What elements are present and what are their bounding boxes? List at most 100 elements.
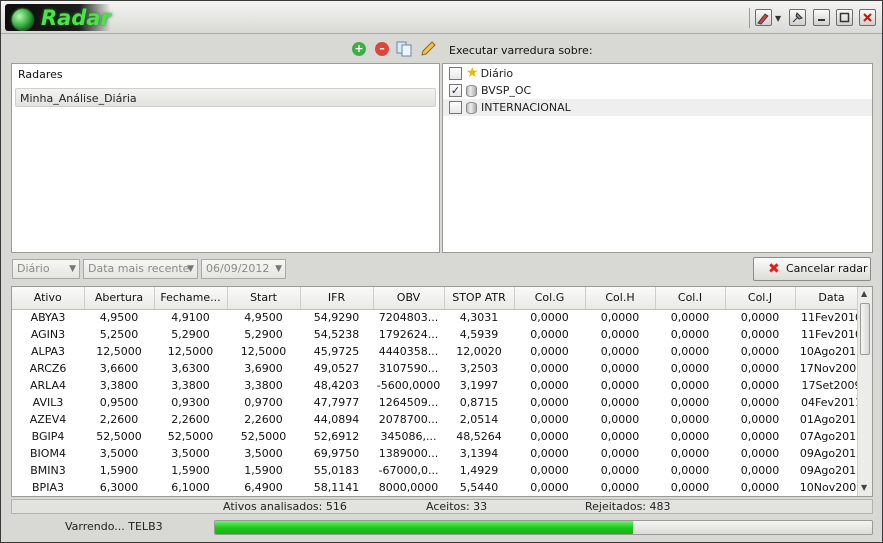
table-cell: 0,0000 — [530, 311, 569, 325]
table-cell: 1,5900 — [244, 464, 283, 477]
remove-icon[interactable]: – — [375, 42, 389, 56]
column-header[interactable]: IFR — [300, 287, 374, 310]
globe-icon — [12, 9, 33, 30]
maximize-icon — [839, 12, 850, 23]
column-header[interactable]: Abertura — [84, 287, 155, 310]
table-cell: AVIL3 — [32, 396, 64, 409]
table-cell: 52,5000 — [96, 430, 142, 443]
radar-window: Radar ▼ + – Radares Minha_Análise_Diária… — [0, 0, 883, 543]
table-cell: 2,2600 — [244, 413, 283, 426]
table-cell: 52,5000 — [167, 430, 214, 443]
table-cell: 0,0000 — [530, 447, 569, 460]
database-icon — [466, 101, 477, 114]
table-cell: 4,9100 — [171, 311, 210, 325]
table-cell: 44,0894 — [313, 413, 360, 426]
table-cell: 8000,0000 — [378, 481, 439, 494]
paint-tools-button[interactable] — [755, 9, 772, 26]
table-row[interactable]: BPIA3 6,3000 6,1000 6,4900 58,1141 8000,0000 5… — [12, 479, 868, 496]
scroll-up-icon[interactable]: ▲ — [861, 289, 867, 298]
table-cell: -5600,0000 — [376, 379, 441, 392]
table-row[interactable]: ABYA3 4,9500 4,9100 4,9500 54,9290 7204803...… — [12, 309, 868, 326]
table-cell: 0,8715 — [459, 396, 499, 409]
column-header[interactable]: Fechame... — [154, 287, 228, 310]
table-cell: 0,0000 — [600, 430, 640, 443]
column-header[interactable]: Col.I — [655, 287, 726, 310]
table-cell: 2,2600 — [99, 413, 139, 426]
table-cell: 12,5000 — [240, 345, 287, 358]
table-cell: 52,6912 — [313, 430, 360, 443]
checkbox-bvsp-oc[interactable]: ✓ — [449, 84, 462, 97]
table-row[interactable]: ARCZ6 3,6600 3,6300 3,6900 49,0527 3107590...… — [12, 360, 868, 377]
period-select[interactable]: Diário ▼ — [12, 259, 80, 279]
table-cell: 0,0000 — [600, 413, 640, 426]
cancel-radar-button[interactable]: ✖ Cancelar radar — [753, 257, 871, 281]
radares-header: Radares — [18, 68, 63, 81]
table-row[interactable]: BIOM4 3,5000 3,5000 3,5000 69,9750 1389000...… — [12, 445, 868, 462]
table-cell: 0,0000 — [600, 481, 640, 494]
date-picker[interactable]: 06/09/2012 ▼ — [201, 259, 286, 279]
table-cell: 12,0020 — [456, 345, 502, 358]
table-cell: 52,5000 — [240, 430, 287, 443]
table-cell: 1264509... — [378, 396, 439, 409]
radar-list-item[interactable]: Minha_Análise_Diária — [15, 88, 436, 107]
checkbox-internacional[interactable] — [449, 101, 462, 114]
table-cell: BMIN3 — [30, 464, 66, 477]
table-row[interactable]: AZEV4 2,2600 2,2600 2,2600 44,0894 2078700...… — [12, 411, 868, 428]
table-cell: ABYA3 — [30, 311, 66, 325]
table-row[interactable]: BMIN3 1,5900 1,5900 1,5900 55,0183 -67000,0..… — [12, 462, 868, 479]
table-cell: 0,9500 — [99, 396, 139, 409]
table-cell: 0,0000 — [740, 464, 780, 477]
column-header[interactable]: OBV — [373, 287, 445, 310]
table-cell: 0,0000 — [740, 413, 780, 426]
column-header[interactable]: Col.H — [585, 287, 656, 310]
table-cell: ALPA3 — [30, 345, 66, 358]
table-cell: 2,2600 — [171, 413, 210, 426]
scroll-thumb[interactable] — [860, 303, 870, 355]
table-cell: 3,6600 — [99, 362, 139, 375]
vertical-scrollbar[interactable]: ▲ ▼ — [857, 287, 872, 496]
column-header[interactable]: Start — [227, 287, 301, 310]
maximize-button[interactable] — [836, 9, 853, 26]
table-cell: 3,3800 — [99, 379, 139, 392]
scan-item-internacional[interactable]: INTERNACIONAL — [443, 99, 872, 116]
table-row[interactable]: BGIP4 52,5000 52,5000 52,5000 52,6912 345086,… — [12, 428, 868, 445]
add-icon[interactable]: + — [352, 42, 366, 56]
scan-targets-panel: ★ Diário ✓ BVSP_OC INTERNACIONAL — [442, 63, 873, 253]
table-cell: 4,3031 — [459, 311, 499, 325]
table-cell: 6,3000 — [99, 481, 139, 494]
table-row[interactable]: ARLA4 3,3800 3,3800 3,3800 48,4203 -5600,0000… — [12, 377, 868, 394]
table-cell: 3,3800 — [171, 379, 210, 392]
table-row[interactable]: AVIL3 0,9500 0,9300 0,9700 47,7977 1264509...… — [12, 394, 868, 411]
close-button[interactable] — [859, 9, 876, 26]
table-cell: 5,2500 — [99, 328, 139, 341]
column-header[interactable]: Col.G — [514, 287, 586, 310]
table-cell: ARCZ6 — [29, 362, 67, 375]
column-header[interactable]: STOP ATR — [444, 287, 515, 310]
table-row[interactable]: AGIN3 5,2500 5,2900 5,2900 54,5238 1792624...… — [12, 326, 868, 343]
table-cell: 0,0000 — [740, 447, 780, 460]
copy-icon[interactable] — [396, 41, 413, 60]
column-header[interactable]: Col.J — [725, 287, 796, 310]
dropdown-arrow-icon[interactable]: ▼ — [775, 14, 781, 23]
table-cell: 3107590... — [378, 362, 439, 375]
table-cell: 0,0000 — [530, 481, 569, 494]
checkbox-diario[interactable] — [449, 67, 462, 80]
scan-item-bvsp-oc[interactable]: ✓ BVSP_OC — [443, 82, 872, 99]
date-mode-select[interactable]: Data mais recente ▼ — [83, 259, 198, 279]
database-icon — [466, 84, 477, 97]
minimize-icon — [818, 19, 825, 21]
table-cell: 3,5000 — [99, 447, 139, 460]
table-cell: 0,0000 — [600, 311, 640, 325]
table-row[interactable]: ALPA3 12,5000 12,5000 12,5000 45,9725 4440358… — [12, 343, 868, 360]
scroll-down-icon[interactable]: ▼ — [861, 483, 867, 492]
cancel-radar-label: Cancelar radar — [786, 262, 868, 275]
column-header[interactable]: Ativo — [12, 287, 85, 310]
pin-button[interactable] — [789, 9, 806, 26]
table-cell: 4,9500 — [99, 311, 139, 325]
table-cell: 48,5264 — [456, 430, 502, 443]
period-value: Diário — [17, 262, 50, 275]
scan-item-diario[interactable]: ★ Diário — [443, 65, 872, 82]
edit-pencil-icon[interactable] — [420, 41, 437, 60]
table-cell: 0,0000 — [530, 413, 569, 426]
minimize-button[interactable] — [813, 9, 830, 26]
